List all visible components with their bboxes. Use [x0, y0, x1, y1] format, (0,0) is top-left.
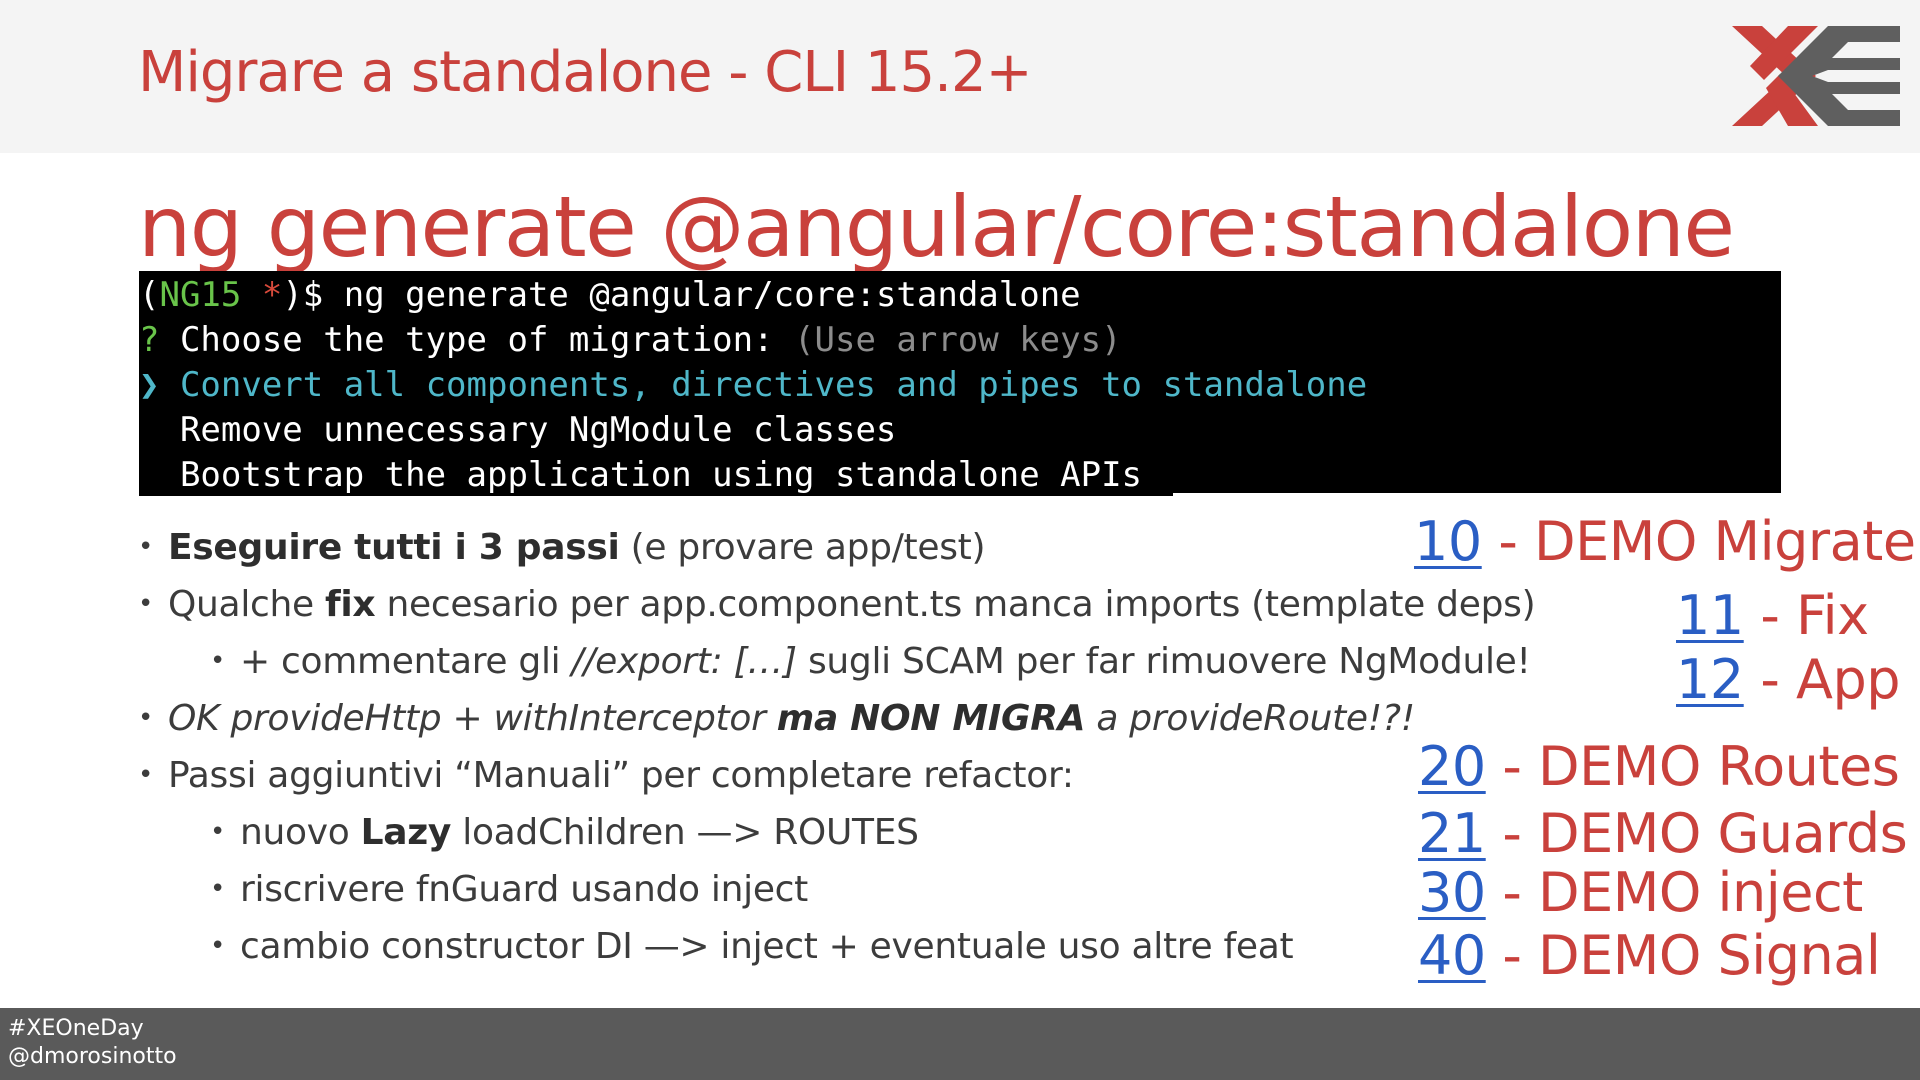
bullet-item: • Eseguire tutti i 3 passi (e provare app… — [138, 527, 986, 568]
bullet-item: • OK provideHttp + withInterceptor ma NON… — [138, 698, 1415, 739]
terminal-selection-edge — [139, 493, 1173, 496]
footer-bar: #XEOneDay @dmorosinotto — [0, 1008, 1920, 1080]
demo-link-11[interactable]: 11 - Fix — [1676, 584, 1869, 648]
terminal-hint: (Use arrow keys) — [794, 320, 1122, 360]
demo-link-21[interactable]: 21 - DEMO Guards — [1418, 802, 1908, 866]
bullet-subitem: • nuovo Lazy loadChildren —> ROUTES — [210, 812, 919, 853]
slide-title: Migrare a standalone - CLI 15.2+ — [138, 40, 1033, 105]
bullet-subitem: • + commentare gli //export: […] sugli SC… — [210, 641, 1531, 682]
terminal-command-line: (NG15 *)$ ng generate @angular/core:stan… — [139, 275, 1081, 315]
demo-link-40[interactable]: 40 - DEMO Signal — [1418, 924, 1881, 988]
bullet-subitem: • cambio constructor DI —> inject + event… — [210, 926, 1294, 967]
question-mark-icon: ? — [139, 320, 160, 360]
demo-link-30[interactable]: 30 - DEMO inject — [1418, 861, 1863, 925]
demo-link-10[interactable]: 10 - DEMO Migrate — [1414, 510, 1916, 574]
terminal-branch: NG15 — [159, 275, 242, 315]
demo-link-12[interactable]: 12 - App — [1676, 648, 1901, 712]
main-heading: ng generate @angular/core:standalone — [138, 178, 1735, 276]
footer-handle: @dmorosinotto — [8, 1044, 177, 1069]
terminal-window: (NG15 *)$ ng generate @angular/core:stan… — [139, 271, 1781, 495]
terminal-option-selected[interactable]: ❯ Convert all components, directives and… — [139, 365, 1367, 405]
terminal-option[interactable]: Remove unnecessary NgModule classes — [139, 410, 896, 450]
terminal-question-line: ? Choose the type of migration: (Use arr… — [139, 320, 1122, 360]
terminal-dirty-marker: * — [241, 275, 283, 315]
bullet-subitem: • riscrivere fnGuard usando inject — [210, 869, 808, 910]
footer-hashtag: #XEOneDay — [8, 1016, 144, 1041]
chevron-right-icon: ❯ — [139, 365, 160, 405]
terminal-option[interactable]: Bootstrap the application using standalo… — [139, 455, 1142, 495]
bullet-item: • Passi aggiuntivi “Manuali” per completa… — [138, 755, 1074, 796]
demo-link-20[interactable]: 20 - DEMO Routes — [1418, 735, 1900, 799]
bullet-item: • Qualche fix necesario per app.component… — [138, 584, 1536, 625]
xe-logo-icon — [1732, 26, 1900, 126]
